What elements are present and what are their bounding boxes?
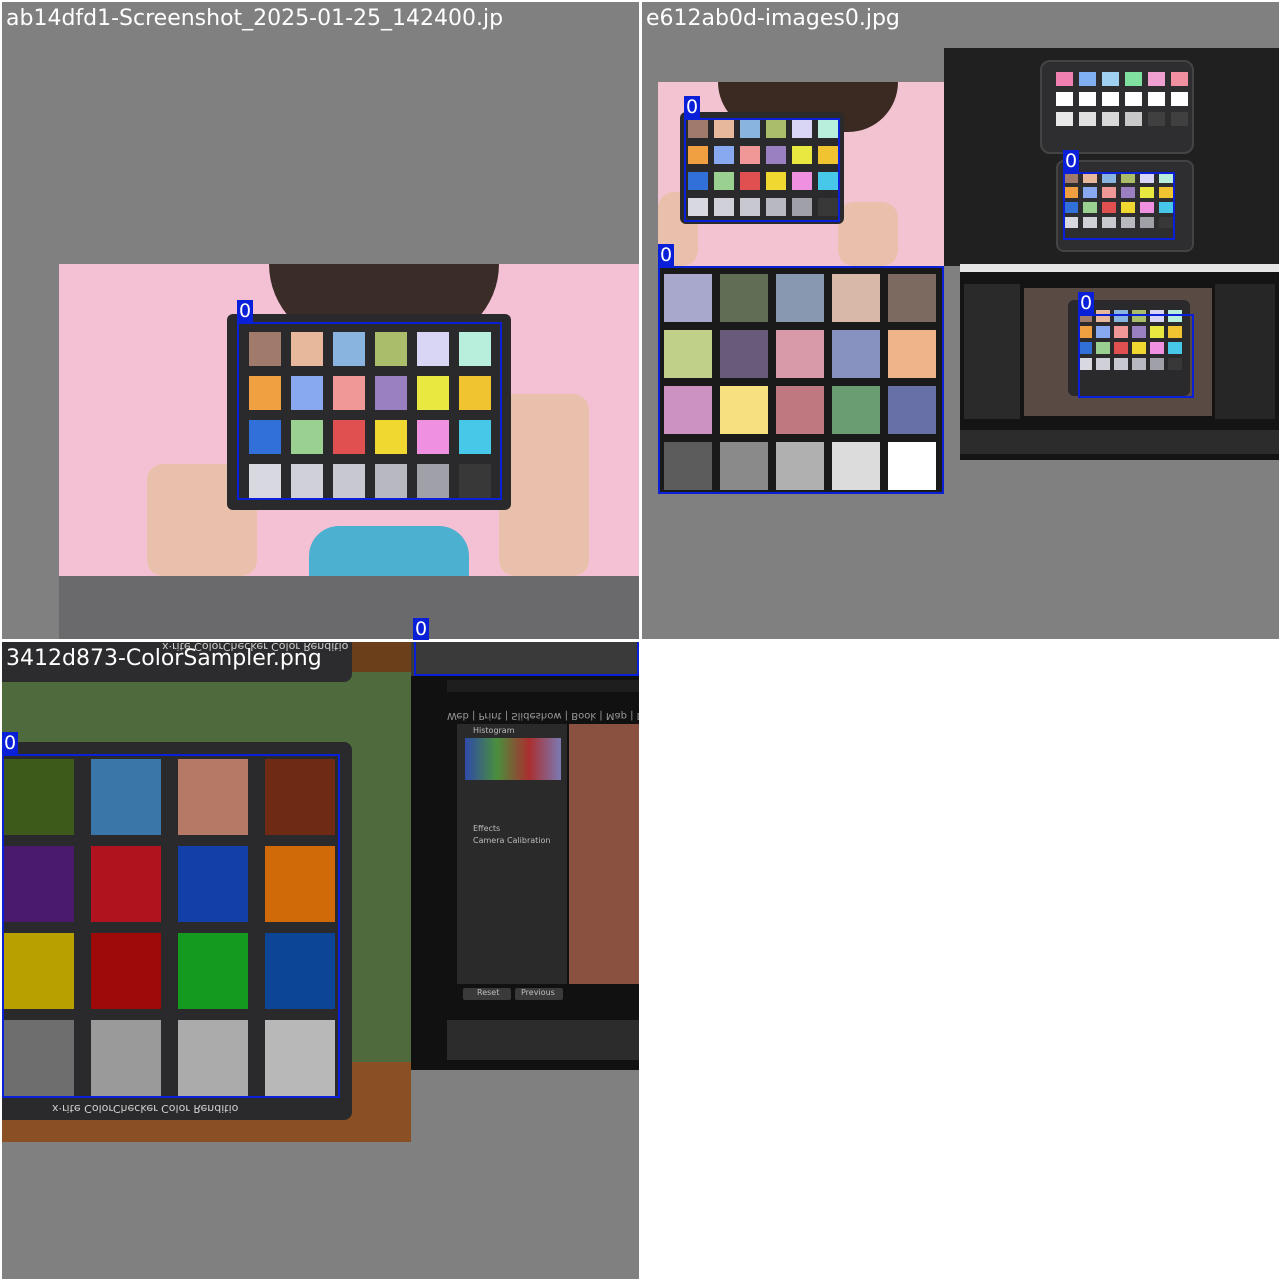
color-patch: [1079, 112, 1096, 126]
color-patch: [1079, 72, 1096, 86]
detection-box: 0: [2, 732, 340, 1098]
color-patch: [1148, 112, 1165, 126]
color-patch: [1102, 112, 1119, 126]
color-patch: [1148, 72, 1165, 86]
detection-box: 0: [237, 300, 502, 500]
detection-box: 0: [684, 96, 840, 222]
detection-label-spill: 0: [413, 618, 430, 640]
detection-box: 0: [1078, 292, 1194, 398]
previous-label: Previous: [521, 988, 555, 997]
detection-label: 0: [684, 96, 701, 118]
lr-effects[interactable]: Effects: [473, 824, 500, 833]
color-patch: [1125, 112, 1142, 126]
right-hand: [838, 202, 898, 266]
reset-label: Reset: [477, 988, 500, 997]
lr-histogram[interactable]: Histogram: [473, 726, 515, 735]
tile-filename: 3412d873-ColorSampler.png: [6, 646, 322, 671]
color-patch: [1102, 72, 1119, 86]
histogram: [465, 738, 561, 780]
detection-box: [414, 642, 639, 676]
previous-button[interactable]: Previous: [515, 988, 563, 1000]
color-patch: [1056, 92, 1073, 106]
color-patch: [1125, 92, 1142, 106]
left-panel: [964, 284, 1020, 419]
color-patch: [1125, 72, 1142, 86]
padding-bar: [59, 576, 639, 639]
filmstrip: [960, 430, 1279, 454]
menubar: [960, 264, 1279, 272]
color-patch: [1056, 72, 1073, 86]
detection-label: 0: [2, 732, 19, 754]
detection-box: 0: [658, 244, 944, 494]
detection-label: 0: [415, 618, 428, 640]
tile-filename: ab14dfd1-Screenshot_2025-01-25_142400.jp: [6, 6, 504, 31]
color-patch: [1171, 92, 1188, 106]
face-photo: [569, 724, 639, 984]
lr-menu[interactable]: Web | Print | Slideshow | Book | Map | D: [447, 710, 639, 721]
mosaic-tile-1: ab14dfd1-Screenshot_2025-01-25_142400.jp…: [2, 2, 639, 639]
lr-calibration[interactable]: Camera Calibration: [473, 836, 550, 845]
right-hand: [499, 394, 589, 576]
mosaic-tile-3: x·rite ColorChecker Color Renditio x·rit…: [2, 642, 639, 1279]
color-patch: [1102, 92, 1119, 106]
tile-filename: e612ab0d-images0.jpg: [646, 6, 900, 31]
color-patch: [1171, 112, 1188, 126]
color-patch: [1171, 72, 1188, 86]
detection-label: 0: [658, 244, 675, 266]
detection-label: 0: [237, 300, 254, 322]
right-panel: [1215, 284, 1275, 419]
reset-button[interactable]: Reset: [463, 988, 511, 1000]
color-patch: [1079, 92, 1096, 106]
menu-bar: [447, 680, 639, 692]
color-patch: [1148, 92, 1165, 106]
brand-text-bottom: x·rite ColorChecker Color Renditio: [52, 1102, 239, 1115]
color-patch: [1056, 112, 1073, 126]
mosaic-tile-2: e612ab0d-images0.jpg 0 0 0 0: [642, 2, 1279, 639]
filmstrip: [447, 1020, 639, 1060]
detection-box: 0: [1063, 150, 1175, 240]
shirt: [309, 526, 469, 576]
sub-photo-lightroom: Web | Print | Slideshow | Book | Map | D…: [411, 642, 639, 1070]
detection-label: 0: [1063, 150, 1080, 172]
detection-label: 0: [1078, 292, 1095, 314]
